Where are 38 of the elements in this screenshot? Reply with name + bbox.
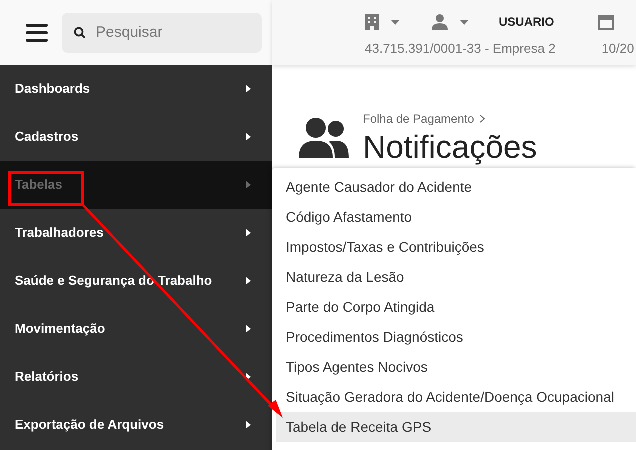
sidebar-item[interactable]: Relatórios: [0, 353, 272, 401]
submenu-item[interactable]: Código Afastamento: [276, 202, 636, 232]
search-field[interactable]: Pesquisar: [62, 12, 262, 52]
submenu-item[interactable]: Parte do Corpo Atingida: [276, 292, 636, 322]
chevron-right-icon: [246, 181, 251, 189]
submenu-item[interactable]: Tipos Agentes Nocivos: [276, 352, 636, 382]
date-label: 10/20: [602, 40, 634, 58]
page-title: Notificações: [363, 128, 538, 166]
caret-icon: [391, 20, 400, 24]
search-icon: [74, 26, 86, 38]
user-icon[interactable]: [432, 14, 448, 30]
submenu-item[interactable]: Natureza da Lesão: [276, 262, 636, 292]
sidebar-item[interactable]: Dashboards: [0, 65, 272, 113]
chevron-right-icon: [246, 325, 251, 333]
submenu-item[interactable]: Impostos/Taxas e Contribuições: [276, 232, 636, 262]
submenu-item[interactable]: Procedimentos Diagnósticos: [276, 322, 636, 352]
caret-icon: [460, 20, 469, 24]
sidebar-item[interactable]: Exportação de Arquivos: [0, 401, 272, 449]
chevron-right-icon: [246, 133, 251, 141]
submenu-item[interactable]: Agente Causador do Acidente: [276, 172, 636, 202]
sidebar-item[interactable]: Movimentação: [0, 305, 272, 353]
users-icon: [299, 118, 349, 158]
sidebar-item[interactable]: Cadastros: [0, 113, 272, 161]
chevron-right-icon: [246, 229, 251, 237]
calendar-icon[interactable]: [598, 14, 614, 30]
sidebar-item[interactable]: Trabalhadores: [0, 209, 272, 257]
chevron-right-icon: [246, 85, 251, 93]
company-label: 43.715.391/0001-33 - Empresa 2: [365, 40, 556, 58]
submenu-item[interactable]: Situação Geradora do Acidente/Doença Ocupacional: [276, 382, 636, 412]
breadcrumb-link[interactable]: Folha de Pagamento: [363, 110, 474, 128]
user-name: USUARIO: [499, 14, 554, 31]
chevron-right-icon: [246, 373, 251, 381]
submenu-item[interactable]: Tabela de Receita GPS: [276, 412, 636, 442]
chevron-right-icon: [246, 277, 251, 285]
chevron-right-icon: [480, 115, 486, 123]
menu-icon[interactable]: [26, 24, 48, 42]
building-icon[interactable]: [365, 14, 379, 30]
chevron-right-icon: [246, 421, 251, 429]
